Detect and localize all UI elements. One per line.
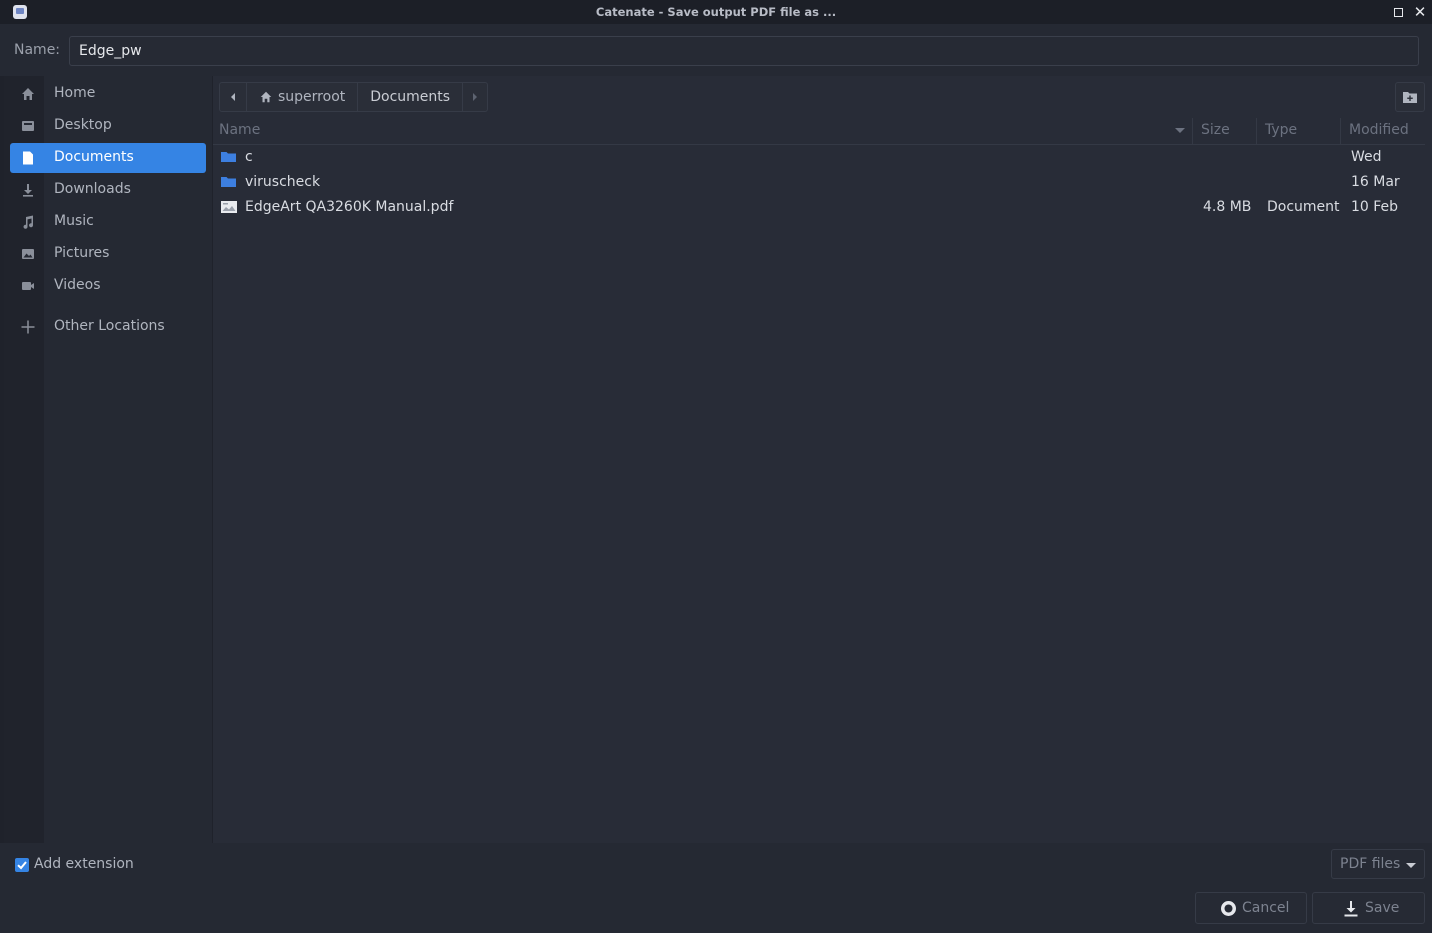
folder-icon xyxy=(221,152,236,162)
music-icon xyxy=(23,215,34,229)
add-extension-label[interactable]: Add extension xyxy=(34,856,134,872)
file-modified: Wed xyxy=(1351,149,1382,165)
checkmark-icon xyxy=(17,861,27,870)
close-button[interactable]: ✕ xyxy=(1411,3,1429,21)
home-icon xyxy=(22,88,34,100)
name-label: Name: xyxy=(14,42,61,58)
folder-icon xyxy=(221,177,236,187)
file-size: 4.8 MB xyxy=(1203,199,1252,215)
path-segment-documents[interactable]: Documents xyxy=(358,83,464,111)
path-segment-superroot[interactable]: superroot xyxy=(247,83,359,111)
sidebar-item-label: Other Locations xyxy=(54,318,165,334)
sidebar-item-label: Downloads xyxy=(54,181,131,197)
cancel-label: Cancel xyxy=(1242,900,1290,916)
path-segment-label: superroot xyxy=(278,89,346,105)
path-bar: superroot Documents xyxy=(219,82,489,112)
file-name-input[interactable] xyxy=(69,36,1419,66)
file-name: viruscheck xyxy=(245,174,321,190)
sidebar-item-label: Home xyxy=(54,85,96,101)
maximize-button[interactable] xyxy=(1389,3,1407,21)
cancel-button[interactable]: Cancel xyxy=(1195,892,1307,924)
window-title: Catenate - Save output PDF file as ... xyxy=(595,5,837,19)
cancel-icon xyxy=(1221,901,1236,916)
sidebar-item-label: Desktop xyxy=(54,117,112,133)
filter-label: PDF files xyxy=(1340,856,1401,872)
add-extension-checkbox[interactable] xyxy=(15,858,29,872)
file-name: EdgeArt QA3260K Manual.pdf xyxy=(245,199,454,215)
save-button[interactable]: Save xyxy=(1312,892,1425,924)
sidebar-item-desktop[interactable]: Desktop xyxy=(10,111,206,141)
pdf-file-icon xyxy=(221,201,237,213)
name-row: Name: xyxy=(0,24,1432,76)
column-divider xyxy=(1340,118,1341,144)
close-icon: ✕ xyxy=(1413,3,1427,21)
sort-descending-icon xyxy=(1175,128,1185,133)
file-browser: superroot Documents Name Size Type Modif… xyxy=(213,76,1432,843)
new-folder-button[interactable] xyxy=(1395,82,1425,112)
plus-icon xyxy=(21,320,35,334)
download-icon xyxy=(1344,901,1358,917)
save-label: Save xyxy=(1365,900,1400,916)
sidebar-item-music[interactable]: Music xyxy=(10,207,206,237)
file-row[interactable]: c Wed xyxy=(213,145,1425,170)
chevron-down-icon xyxy=(1406,863,1416,868)
file-type: Document xyxy=(1267,199,1340,215)
sidebar-item-downloads[interactable]: Downloads xyxy=(10,175,206,205)
column-size-header[interactable]: Size xyxy=(1201,122,1230,138)
column-type-header[interactable]: Type xyxy=(1265,122,1297,138)
picture-icon xyxy=(22,249,34,259)
dialog-footer: Add extension PDF files Cancel Save xyxy=(0,843,1432,933)
file-type-filter-dropdown[interactable]: PDF files xyxy=(1331,849,1425,879)
file-modified: 16 Mar xyxy=(1351,174,1400,190)
file-name: c xyxy=(245,149,253,165)
sidebar-item-label: Videos xyxy=(54,277,101,293)
column-divider xyxy=(1192,118,1193,144)
sidebar-item-label: Music xyxy=(54,213,94,229)
path-back-button[interactable] xyxy=(220,83,247,111)
column-divider xyxy=(1256,118,1257,144)
chevron-left-icon xyxy=(231,93,235,101)
sidebar-item-label: Pictures xyxy=(54,245,110,261)
video-icon xyxy=(22,282,34,290)
path-forward-button[interactable] xyxy=(463,83,487,111)
places-sidebar: Home Desktop Documents Downloads Music P… xyxy=(4,76,212,843)
document-icon xyxy=(23,151,33,165)
column-modified-header[interactable]: Modified xyxy=(1349,122,1409,138)
desktop-icon xyxy=(22,121,34,131)
sidebar-item-documents[interactable]: Documents xyxy=(10,143,206,173)
path-segment-label: Documents xyxy=(370,89,451,105)
chevron-right-icon xyxy=(473,93,478,101)
maximize-icon xyxy=(1393,8,1403,17)
new-folder-icon xyxy=(1403,92,1417,103)
download-icon xyxy=(23,184,33,197)
sidebar-item-home[interactable]: Home xyxy=(10,79,206,109)
file-row[interactable]: EdgeArt QA3260K Manual.pdf 4.8 MB Docume… xyxy=(213,195,1425,220)
file-modified: 10 Feb xyxy=(1351,199,1399,215)
title-bar: Catenate - Save output PDF file as ... ✕ xyxy=(0,0,1432,24)
sidebar-item-label: Documents xyxy=(54,149,134,165)
file-row[interactable]: viruscheck 16 Mar xyxy=(213,170,1425,195)
sidebar-item-pictures[interactable]: Pictures xyxy=(10,239,206,269)
column-header: Name Size Type Modified xyxy=(213,118,1425,145)
sidebar-item-other-locations[interactable]: Other Locations xyxy=(10,312,206,342)
home-icon xyxy=(260,91,272,103)
column-name-header[interactable]: Name xyxy=(219,122,260,138)
sidebar-item-videos[interactable]: Videos xyxy=(10,271,206,301)
